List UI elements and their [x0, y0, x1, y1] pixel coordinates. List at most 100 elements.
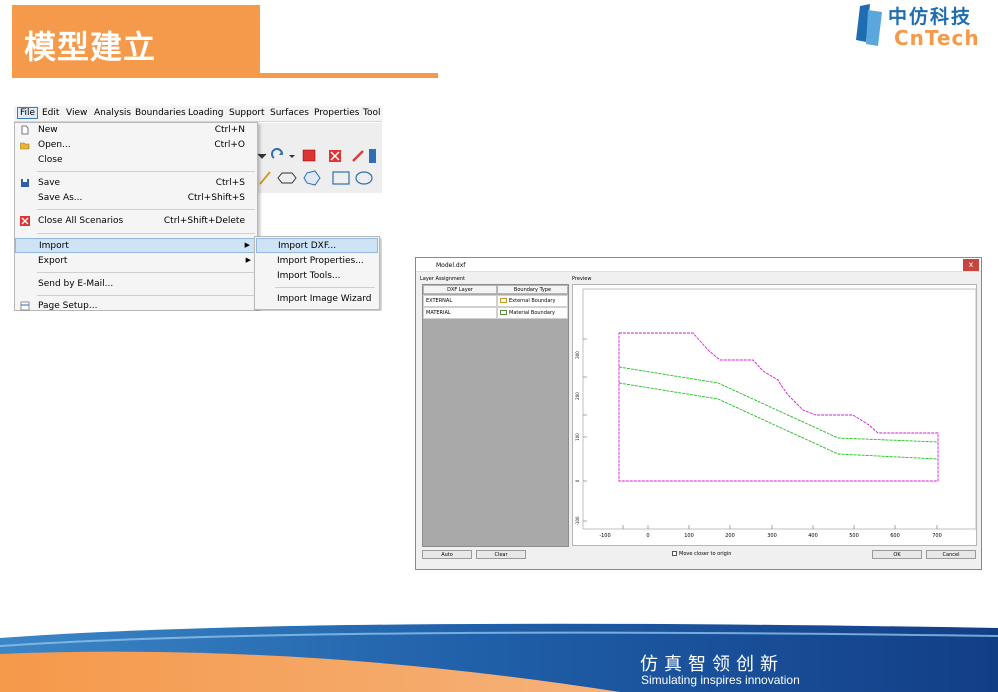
checkbox-box[interactable]: [672, 551, 677, 556]
dxf-preview-pane: -100 0 100 200 300 400 500 600 700 -100 …: [572, 284, 977, 546]
dxf-preview-drawing: -100 0 100 200 300 400 500 600 700 -100 …: [575, 288, 977, 539]
move-closer-to-origin-checkbox[interactable]: Move closer to origin: [672, 551, 731, 557]
menu-item-export[interactable]: Export ▶: [15, 254, 257, 269]
clear-button[interactable]: Clear: [476, 550, 526, 559]
x-tick-label: 500: [849, 533, 859, 539]
dialog-titlebar: Model.dxf x: [416, 258, 981, 272]
x-tick-label: 400: [808, 533, 818, 539]
table-cell-layer[interactable]: MATERIAL: [423, 307, 497, 319]
menu-view[interactable]: View: [66, 108, 87, 118]
logo-mark-icon: [856, 4, 882, 46]
menu-support[interactable]: Support: [229, 108, 265, 118]
open-folder-icon: [20, 142, 30, 150]
menu-separator: [37, 171, 255, 172]
x-tick-label: 100: [684, 533, 694, 539]
y-tick-label: 200: [575, 392, 580, 400]
menu-item-shortcut: Ctrl+S: [215, 178, 245, 188]
checkbox-label: Move closer to origin: [679, 551, 732, 557]
menu-item-shortcut: Ctrl+O: [214, 140, 245, 150]
title-underline: [258, 73, 438, 78]
submenu-arrow-icon: ▶: [244, 241, 250, 249]
menu-item-save[interactable]: Save Ctrl+S: [15, 176, 257, 191]
menu-separator: [37, 209, 255, 210]
menu-item-label: Save: [38, 178, 61, 188]
auto-button[interactable]: Auto: [422, 550, 472, 559]
logo-chinese-name: 中仿科技: [888, 6, 973, 28]
slide-title: 模型建立: [24, 28, 157, 66]
table-cell-boundary-type[interactable]: External Boundary: [497, 295, 568, 307]
slogan-english: Simulating inspires innovation: [641, 673, 800, 687]
x-tick-label: 0: [646, 533, 649, 539]
menu-item-send-email[interactable]: Send by E-Mail...: [15, 277, 257, 292]
menu-item-label: New: [38, 125, 58, 135]
material-boundary-icon: [500, 310, 507, 315]
menu-item-shortcut: Ctrl+Shift+S: [187, 193, 245, 203]
page-setup-icon: [20, 301, 30, 311]
menu-item-label: Page Setup...: [38, 301, 98, 311]
close-all-icon: [20, 216, 30, 226]
menu-item-close[interactable]: Close: [15, 153, 257, 168]
submenu-item-import-properties[interactable]: Import Properties...: [256, 254, 378, 269]
menu-tools[interactable]: Tool: [363, 108, 380, 118]
submenu-item-import-tools[interactable]: Import Tools...: [256, 269, 378, 284]
new-file-icon: [21, 125, 29, 135]
submenu-item-label: Import Properties...: [277, 256, 364, 266]
footer-banner: [0, 623, 998, 692]
table-cell-layer[interactable]: EXTERNAL: [423, 295, 497, 307]
menu-item-label: Open...: [38, 140, 71, 150]
layer-assignment-label: Layer Assignment: [420, 276, 465, 282]
menu-item-label: Close All Scenarios: [38, 216, 124, 226]
cancel-button[interactable]: Cancel: [926, 550, 976, 559]
boundary-type-label: Material Boundary: [509, 310, 555, 316]
y-tick-label: -100: [575, 516, 580, 526]
external-boundary-icon: [500, 298, 507, 303]
menu-separator: [37, 295, 255, 296]
column-header-dxf-layer: DXF Layer: [423, 285, 497, 294]
save-disk-icon: [21, 179, 29, 187]
dxf-import-dialog: Model.dxf x Layer Assignment Preview DXF…: [415, 257, 982, 570]
menu-file[interactable]: File: [17, 107, 39, 119]
menu-separator: [275, 287, 375, 288]
preview-label: Preview: [572, 276, 592, 282]
submenu-item-import-dxf[interactable]: Import DXF...: [256, 238, 378, 253]
submenu-item-label: Import Tools...: [277, 271, 341, 281]
menu-item-open[interactable]: Open... Ctrl+O: [15, 138, 257, 153]
menu-item-page-setup[interactable]: Page Setup...: [15, 299, 257, 311]
menu-item-label: Import: [39, 241, 69, 251]
menu-loading[interactable]: Loading: [188, 108, 224, 118]
menu-item-shortcut: Ctrl+Shift+Delete: [163, 216, 245, 226]
menu-item-import[interactable]: Import ▶: [15, 238, 257, 253]
submenu-item-label: Import DXF...: [278, 241, 337, 251]
table-cell-boundary-type[interactable]: Material Boundary: [497, 307, 568, 319]
import-submenu: Import DXF... Import Properties... Impor…: [254, 236, 380, 310]
company-logo: 中仿科技 CnTech: [852, 0, 998, 50]
menu-item-save-as[interactable]: Save As... Ctrl+Shift+S: [15, 191, 257, 206]
layer-assignment-table: DXF Layer Boundary Type EXTERNAL Externa…: [422, 284, 569, 547]
toolbar-row-2: [259, 170, 373, 186]
menu-item-new[interactable]: New Ctrl+N: [15, 123, 257, 138]
submenu-item-import-image-wizard[interactable]: Import Image Wizard: [256, 292, 378, 307]
menu-edit[interactable]: Edit: [42, 108, 59, 118]
menu-item-shortcut: Ctrl+N: [214, 125, 245, 135]
menu-item-label: Export: [38, 256, 68, 266]
menu-properties[interactable]: Properties: [314, 108, 359, 118]
menu-item-close-all-scenarios[interactable]: Close All Scenarios Ctrl+Shift+Delete: [15, 214, 257, 229]
y-tick-label: 0: [575, 479, 580, 482]
x-tick-label: 200: [725, 533, 735, 539]
menu-boundaries[interactable]: Boundaries: [135, 108, 186, 118]
menu-analysis[interactable]: Analysis: [94, 108, 131, 118]
file-menu-dropdown: New Ctrl+N Open... Ctrl+O Close Save Ctr…: [14, 122, 258, 311]
close-icon[interactable]: x: [963, 259, 979, 271]
file-menu-screenshot: File Edit View Analysis Boundaries Loadi…: [14, 106, 382, 311]
submenu-arrow-icon: ▶: [245, 256, 251, 264]
x-tick-label: 600: [890, 533, 900, 539]
menu-separator: [37, 233, 255, 234]
ok-button[interactable]: OK: [872, 550, 922, 559]
menu-item-label: Close: [38, 155, 63, 165]
toolbar-row-1: [257, 148, 376, 163]
menu-surfaces[interactable]: Surfaces: [270, 108, 309, 118]
dialog-title: Model.dxf: [436, 262, 466, 269]
logo-english-name: CnTech: [894, 26, 980, 50]
x-tick-label: 300: [767, 533, 777, 539]
submenu-item-label: Import Image Wizard: [277, 294, 372, 304]
